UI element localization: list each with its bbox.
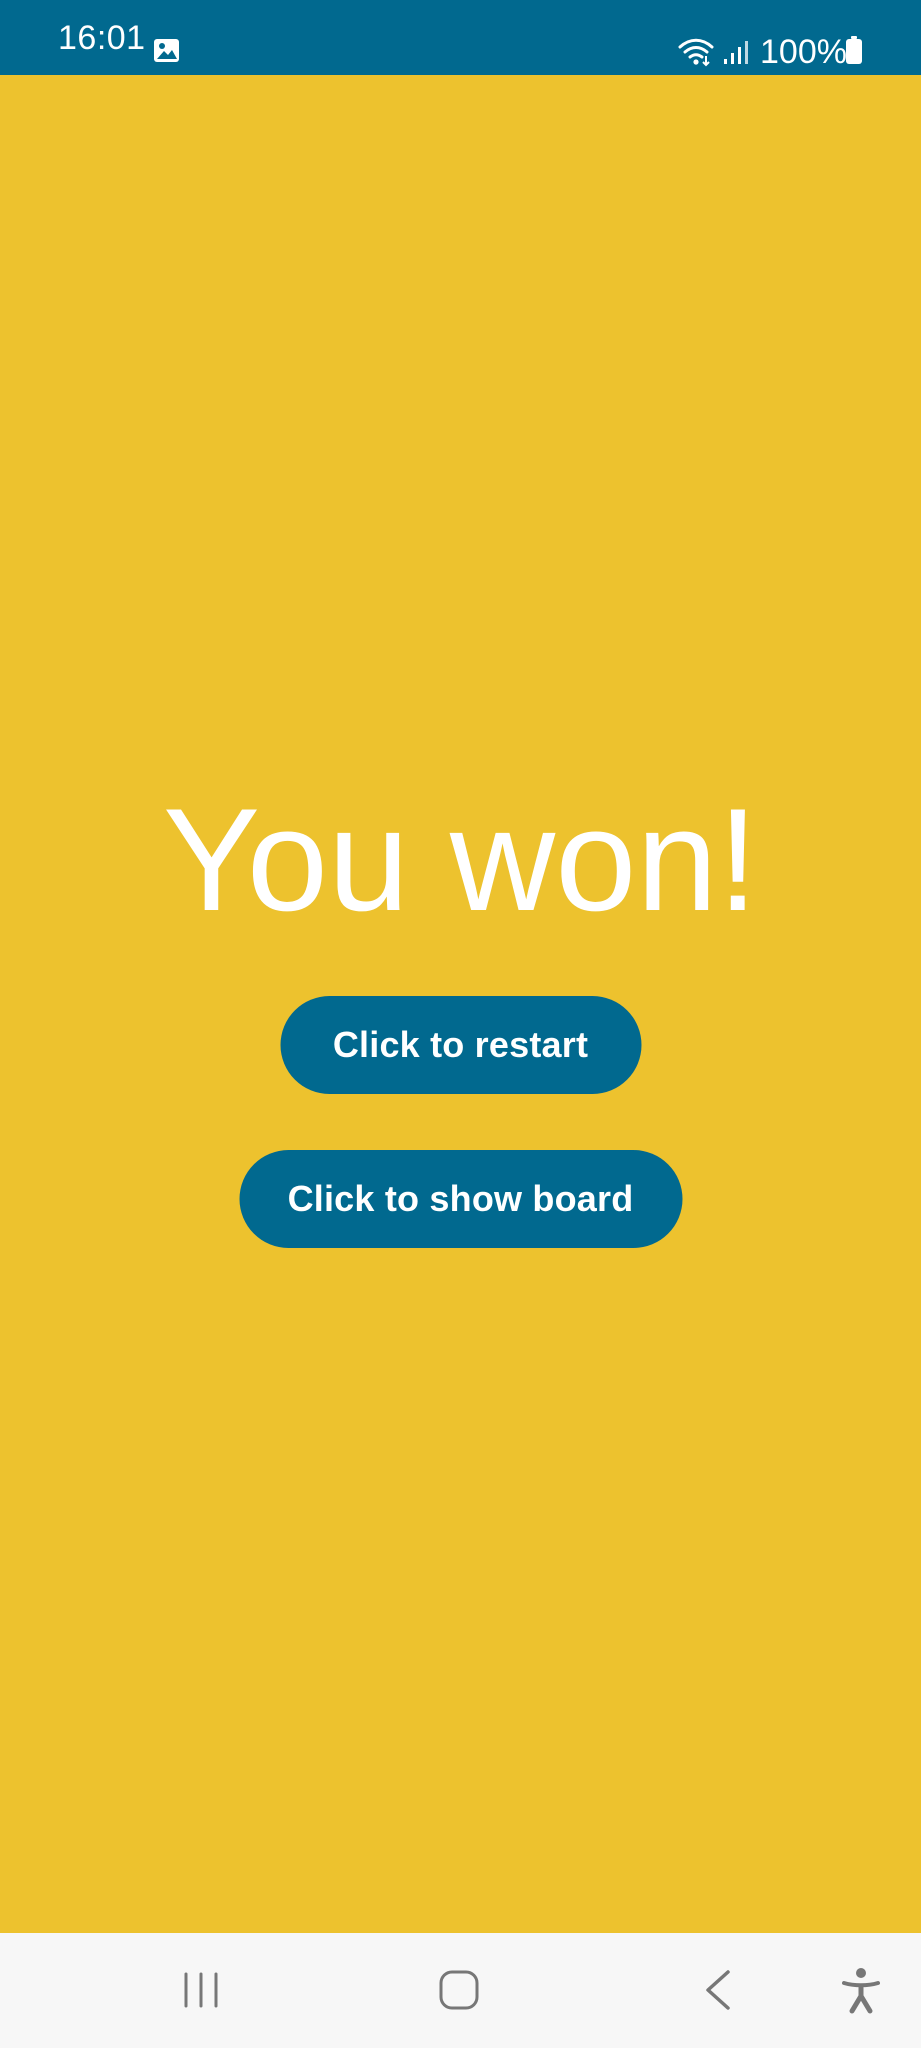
status-bar: 16:01 100% — [0, 0, 921, 75]
game-result-screen: 16:01 100% You won! Click to restart Cli… — [0, 0, 921, 2048]
wifi-icon — [678, 38, 714, 67]
accessibility-icon[interactable] — [836, 1965, 886, 2015]
signal-icon — [724, 41, 748, 64]
system-navigation-bar — [0, 1933, 921, 2048]
status-time: 16:01 — [58, 19, 146, 57]
home-icon[interactable] — [434, 1965, 484, 2015]
game-result-title: You won! — [162, 778, 759, 941]
back-icon[interactable] — [694, 1965, 744, 2015]
restart-button[interactable]: Click to restart — [280, 996, 641, 1094]
battery-percentage: 100% — [760, 33, 847, 71]
battery-icon — [846, 36, 862, 64]
show-board-button[interactable]: Click to show board — [239, 1150, 682, 1248]
recent-apps-icon[interactable] — [176, 1965, 226, 2015]
gallery-icon — [154, 39, 179, 62]
